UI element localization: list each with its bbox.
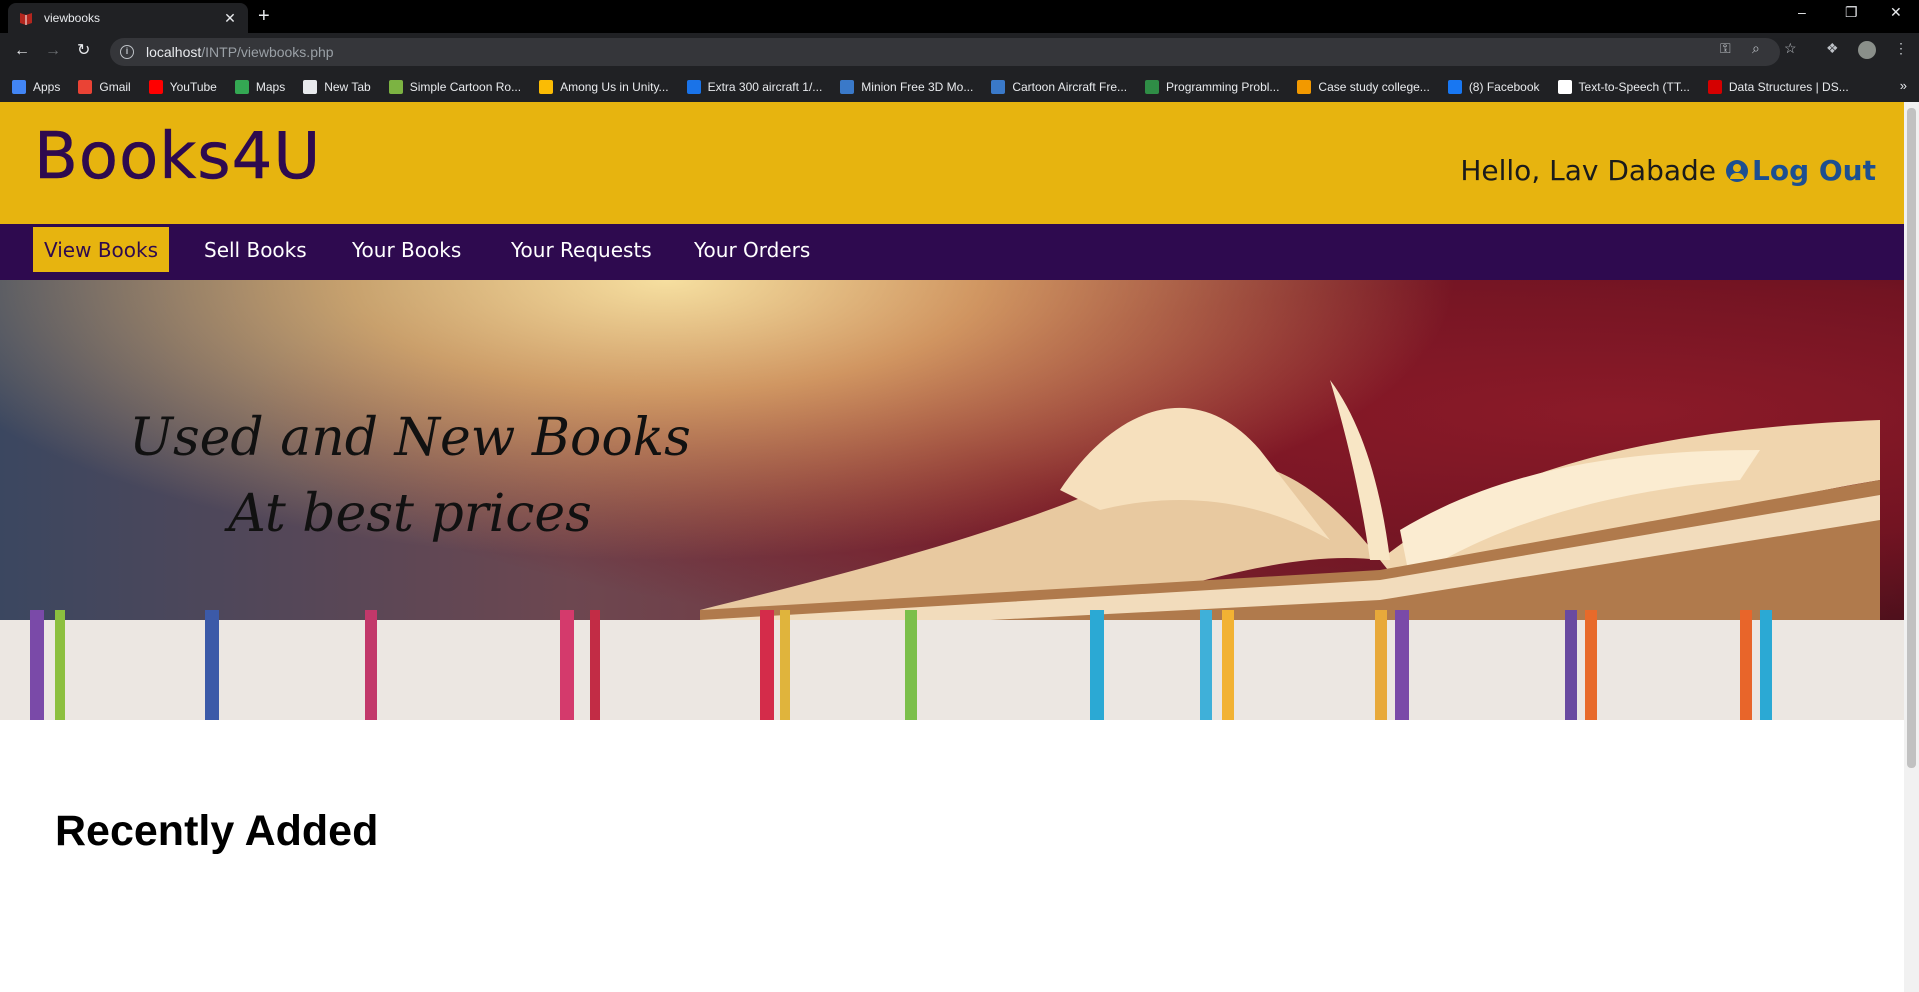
bookmarks-overflow-icon[interactable]: » [1900, 78, 1907, 93]
banner-line-1: Used and New Books [129, 408, 691, 468]
bookmark-item[interactable]: Apps [12, 79, 61, 94]
bookmark-favicon-icon [388, 79, 403, 94]
bookmark-label: Data Structures | DS... [1728, 79, 1849, 94]
bookmark-favicon-icon [1297, 79, 1312, 94]
extensions-icon[interactable]: ❖ [1826, 40, 1839, 57]
bookmark-favicon-icon [840, 79, 855, 94]
url-host: localhost [146, 44, 202, 60]
greeting-text: Hello, Lav Dabade [1460, 154, 1716, 187]
bookmark-item[interactable]: Cartoon Aircraft Fre... [991, 79, 1128, 94]
nav-your-requests[interactable]: Your Requests [500, 227, 663, 272]
minimize-icon[interactable]: – [1798, 4, 1806, 20]
main-nav: View Books Sell Books Your Books Your Re… [0, 224, 1904, 280]
bookmark-item[interactable]: Text-to-Speech (TT... [1557, 79, 1690, 94]
nav-sell-books[interactable]: Sell Books [193, 227, 318, 272]
page-scrollbar[interactable] [1904, 102, 1919, 992]
bookmark-item[interactable]: Gmail [78, 79, 131, 94]
bookmark-item[interactable]: Data Structures | DS... [1707, 79, 1849, 94]
bookmark-label: Text-to-Speech (TT... [1578, 79, 1690, 94]
bookmark-label: Maps [255, 79, 286, 94]
close-window-icon[interactable]: ✕ [1890, 4, 1902, 21]
browser-tab-strip: viewbooks ✕ + – ❐ ✕ [0, 0, 1919, 33]
bookmark-item[interactable]: Extra 300 aircraft 1/... [686, 79, 823, 94]
banner-line-2: At best prices [228, 484, 592, 544]
browser-tab[interactable]: viewbooks ✕ [8, 3, 248, 33]
browser-toolbar: ← → ↻ i localhost/INTP/viewbooks.php ⚿ ⌕… [0, 33, 1919, 71]
bookmark-label: Apps [33, 79, 61, 94]
section-title-recently-added: Recently Added [55, 807, 379, 855]
bookmark-label: YouTube [169, 79, 217, 94]
bookmark-favicon-icon [234, 79, 249, 94]
book-spines [0, 610, 1904, 720]
open-book-icon [700, 380, 1880, 660]
page-viewport: Books4U Hello, Lav Dabade Log Out View B… [0, 102, 1904, 992]
scrollbar-thumb[interactable] [1907, 108, 1916, 768]
user-icon [1726, 159, 1748, 182]
bookmark-item[interactable]: Programming Probl... [1145, 79, 1280, 94]
menu-kebab-icon[interactable]: ⋮ [1894, 40, 1908, 57]
bookmark-item[interactable]: (8) Facebook [1447, 79, 1540, 94]
bookmark-item[interactable]: Among Us in Unity... [539, 79, 669, 94]
bookmark-favicon-icon [1447, 79, 1462, 94]
site-header: Books4U Hello, Lav Dabade Log Out [0, 102, 1904, 224]
bookmark-item[interactable]: YouTube [148, 79, 217, 94]
bookmark-label: Extra 300 aircraft 1/... [707, 79, 823, 94]
book-favicon-icon [20, 13, 32, 25]
nav-your-orders[interactable]: Your Orders [683, 227, 821, 272]
url-path: /INTP/viewbooks.php [201, 44, 334, 60]
reload-icon[interactable]: ↻ [77, 42, 90, 60]
site-logo[interactable]: Books4U [34, 120, 321, 195]
bookmark-label: Minion Free 3D Mo... [861, 79, 974, 94]
bookmark-label: New Tab [324, 79, 371, 94]
restore-icon[interactable]: ❐ [1845, 4, 1858, 21]
bookmark-label: Cartoon Aircraft Fre... [1012, 79, 1128, 94]
new-tab-button[interactable]: + [258, 6, 270, 26]
site-info-icon[interactable]: i [120, 45, 134, 59]
bookmark-label: (8) Facebook [1468, 79, 1540, 94]
bookmark-star-icon[interactable]: ☆ [1784, 40, 1797, 57]
bookmark-item[interactable]: Case study college... [1297, 79, 1430, 94]
forward-arrow-icon[interactable]: → [45, 42, 61, 60]
bookmark-item[interactable]: Minion Free 3D Mo... [840, 79, 974, 94]
bookmark-label: Gmail [99, 79, 131, 94]
bookmark-favicon-icon [686, 79, 701, 94]
bookmark-item[interactable]: New Tab [303, 79, 371, 94]
bookmarks-bar: Apps Gmail YouTube Maps New Tab Simple Cartoo… [0, 71, 1919, 102]
zoom-icon[interactable]: ⌕ [1752, 40, 1760, 57]
logout-link[interactable]: Log Out [1726, 154, 1876, 187]
profile-avatar[interactable] [1858, 41, 1876, 59]
bookmark-favicon-icon [991, 79, 1006, 94]
bookmark-label: Simple Cartoon Ro... [409, 79, 522, 94]
bookmark-favicon-icon [1707, 79, 1722, 94]
bookmark-item[interactable]: Simple Cartoon Ro... [388, 79, 522, 94]
hero-banner: Used and New Books At best prices [0, 280, 1904, 720]
user-greeting: Hello, Lav Dabade Log Out [1460, 154, 1876, 187]
nav-your-books[interactable]: Your Books [341, 227, 472, 272]
tab-close-icon[interactable]: ✕ [222, 10, 238, 27]
bookmark-favicon-icon [78, 79, 93, 94]
nav-view-books[interactable]: View Books [33, 227, 170, 272]
bookmark-item[interactable]: Maps [234, 79, 286, 94]
bookmark-favicon-icon [1557, 79, 1572, 94]
back-arrow-icon[interactable]: ← [14, 42, 30, 60]
bookmark-favicon-icon [148, 79, 163, 94]
bookmark-favicon-icon [539, 79, 554, 94]
tab-title: viewbooks [44, 11, 101, 25]
banner-headline: Used and New Books At best prices [110, 400, 710, 552]
logout-label: Log Out [1752, 154, 1876, 187]
bookmark-label: Case study college... [1318, 79, 1430, 94]
bookmark-label: Programming Probl... [1166, 79, 1280, 94]
address-bar[interactable]: i localhost/INTP/viewbooks.php [110, 38, 1780, 66]
key-icon[interactable]: ⚿ [1720, 40, 1731, 57]
bookmark-favicon-icon [12, 79, 26, 94]
bookmark-favicon-icon [303, 79, 318, 94]
bookmark-favicon-icon [1145, 79, 1160, 94]
bookmark-label: Among Us in Unity... [560, 79, 669, 94]
